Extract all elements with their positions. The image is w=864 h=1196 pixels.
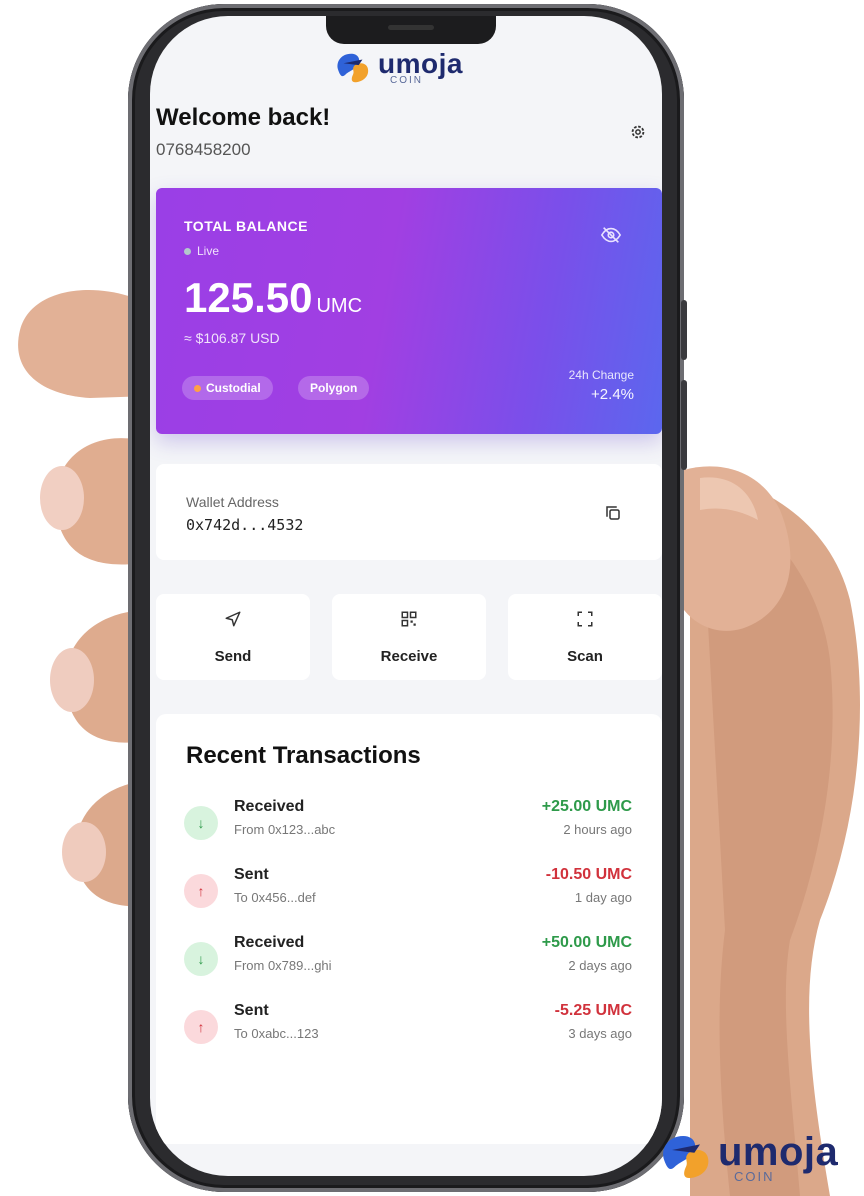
send-button[interactable]: Send	[156, 594, 310, 680]
live-dot	[184, 247, 191, 255]
transaction-type: Received	[234, 798, 305, 815]
transaction-time: 2 days ago	[568, 958, 632, 973]
network-chip: Polygon	[298, 376, 370, 400]
scan-label: Scan	[567, 648, 603, 665]
transaction-amount: +50.00 UMC	[541, 934, 632, 951]
live-indicator: Live	[184, 244, 219, 258]
network-label: Polygon	[310, 381, 358, 395]
balance-value: 125.50	[184, 274, 313, 321]
scan-icon	[577, 611, 593, 627]
speaker	[388, 25, 434, 30]
transaction-amount: +25.00 UMC	[541, 798, 632, 815]
transaction-party: To 0x456...def	[234, 890, 316, 905]
transaction-amount: -5.25 UMC	[554, 1002, 632, 1019]
gear-icon[interactable]	[628, 122, 648, 142]
send-icon	[225, 611, 241, 627]
qr-code-icon	[401, 611, 417, 627]
logo-subtitle: COIN	[390, 75, 423, 86]
volume-button	[681, 300, 687, 360]
transaction-time: 2 hours ago	[563, 822, 632, 837]
balance-card: TOTAL BALANCE Live 125.50 UMC ≈ $106.87 U…	[156, 188, 662, 434]
welcome-heading: Welcome back!	[156, 104, 331, 131]
transaction-party: From 0x123...abc	[234, 822, 336, 837]
arrow-up-icon: ↑	[184, 874, 218, 908]
transaction-time: 3 days ago	[568, 1026, 632, 1041]
transaction-time: 1 day ago	[574, 890, 632, 905]
balance-label: TOTAL BALANCE	[184, 218, 308, 234]
app-logo: umoja COIN	[334, 50, 463, 86]
transaction-type: Sent	[234, 1002, 269, 1019]
transaction-party: To 0xabc...123	[234, 1026, 319, 1041]
receive-button[interactable]: Receive	[332, 594, 486, 680]
recent-transactions-panel: Recent Transactions ↓ Received From 0x12…	[156, 714, 662, 1144]
balance-amount: 125.50 UMC	[184, 274, 362, 322]
umoja-logo-icon	[663, 1136, 709, 1178]
corner-logo-subtitle: COIN	[734, 1168, 775, 1184]
transaction-type: Sent	[234, 866, 269, 883]
umoja-logo-icon	[337, 53, 369, 83]
transaction-amount: -10.50 UMC	[545, 866, 632, 883]
arrow-up-icon: ↑	[184, 1010, 218, 1044]
wallet-address-value: 0x742d...4532	[186, 516, 304, 534]
app-screen: umoja COIN Welcome back! 0768458200 TOTA…	[150, 16, 662, 1176]
user-phone-number: 0768458200	[156, 140, 251, 159]
eye-off-icon[interactable]	[600, 224, 622, 246]
custodial-label: Custodial	[206, 381, 261, 395]
transaction-type: Received	[234, 934, 305, 951]
live-label: Live	[197, 244, 220, 258]
corner-brand-logo: umoja COIN	[658, 1130, 838, 1184]
change-label: 24h Change	[568, 368, 634, 382]
wallet-address-label: Wallet Address	[186, 494, 279, 510]
transaction-row[interactable]: ↓ Received From 0x123...abc +25.00 UMC 2…	[156, 794, 662, 850]
receive-label: Receive	[380, 648, 438, 665]
transaction-row[interactable]: ↑ Sent To 0x456...def -10.50 UMC 1 day a…	[156, 862, 662, 918]
wallet-address-card: Wallet Address 0x742d...4532	[156, 464, 662, 560]
notch	[326, 16, 496, 44]
custodial-chip: Custodial	[182, 376, 273, 400]
corner-logo-wordmark: umoja	[718, 1129, 839, 1174]
change-value: +2.4%	[591, 386, 634, 403]
balance-usd: ≈ $106.87 USD	[184, 330, 280, 346]
transaction-row[interactable]: ↑ Sent To 0xabc...123 -5.25 UMC 3 days a…	[156, 998, 662, 1054]
transaction-row[interactable]: ↓ Received From 0x789...ghi +50.00 UMC 2…	[156, 930, 662, 986]
transactions-title: Recent Transactions	[186, 742, 421, 769]
send-label: Send	[214, 648, 252, 665]
transaction-party: From 0x789...ghi	[234, 958, 332, 973]
custodial-dot	[194, 384, 201, 392]
power-button	[681, 380, 687, 470]
arrow-down-icon: ↓	[184, 806, 218, 840]
arrow-down-icon: ↓	[184, 942, 218, 976]
balance-unit: UMC	[316, 295, 363, 317]
scan-button[interactable]: Scan	[508, 594, 662, 680]
logo-wordmark: umoja	[378, 48, 463, 79]
copy-icon[interactable]	[604, 504, 622, 522]
